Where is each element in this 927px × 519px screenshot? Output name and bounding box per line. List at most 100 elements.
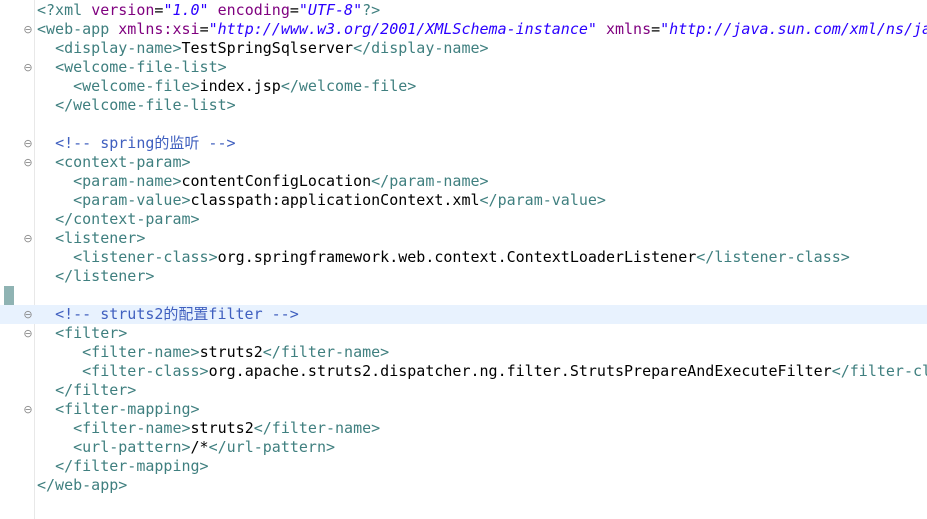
code-line[interactable]: <listener-class>org.springframework.web.… (0, 248, 927, 267)
xml-attribute-token: xmlns (605, 20, 652, 38)
text-token: struts2 (190, 419, 254, 437)
xml-tag-token: <listener-class> (73, 248, 218, 266)
code-text: <display-name>TestSpringSqlserver</displ… (37, 39, 489, 58)
code-line[interactable]: <param-name>contentConfigLocation</param… (0, 172, 927, 191)
xml-attribute-token: version (91, 1, 155, 19)
code-text: </filter-mapping> (37, 457, 209, 476)
collapse-fold-icon[interactable]: ⊖ (22, 58, 34, 77)
code-line[interactable]: <welcome-file>index.jsp</welcome-file> (0, 77, 927, 96)
code-line[interactable]: ⊖ <!-- spring的监听 --> (0, 134, 927, 153)
text-token: TestSpringSqlserver (181, 39, 354, 57)
code-line[interactable]: ⊖ <filter> (0, 324, 927, 343)
xml-tag-token: ?> (362, 1, 381, 19)
code-line[interactable]: </web-app> (0, 476, 927, 495)
text-token: org.springframework.web.context.ContextL… (217, 248, 697, 266)
code-line[interactable]: </context-param> (0, 210, 927, 229)
code-line[interactable] (0, 286, 927, 305)
code-line[interactable]: <filter-name>struts2</filter-name> (0, 343, 927, 362)
code-line[interactable]: <?xml version="1.0" encoding="UTF-8"?> (0, 1, 927, 20)
xml-tag-token: </param-value> (479, 191, 606, 209)
code-text: </filter> (37, 381, 136, 400)
xml-comment-token: <!-- spring的监听 --> (55, 134, 236, 152)
code-text: <?xml version="1.0" encoding="UTF-8"?> (37, 1, 380, 20)
current-code-line[interactable]: ⊖ <!-- struts2的配置filter --> (0, 305, 927, 324)
code-line[interactable]: </filter-mapping> (0, 457, 927, 476)
code-text: </welcome-file-list> (37, 96, 236, 115)
xml-tag-token: <display-name> (55, 39, 182, 57)
code-line[interactable] (0, 115, 927, 134)
code-line[interactable]: </filter> (0, 381, 927, 400)
xml-tag-token: </welcome-file> (280, 77, 417, 95)
code-line[interactable]: ⊖ <web-app xmlns:xsi="http://www.w3.org/2… (0, 20, 927, 39)
xml-tag-token: <filter-mapping> (55, 400, 200, 418)
code-text: <param-name>contentConfigLocation</param… (37, 172, 488, 191)
code-text: </listener> (37, 267, 154, 286)
code-line[interactable]: <display-name>TestSpringSqlserver</displ… (0, 39, 927, 58)
code-text: </context-param> (37, 210, 200, 229)
text-token: = (199, 20, 209, 38)
xml-tag-token: </listener> (55, 267, 155, 285)
text-token: index.jsp (199, 77, 281, 95)
code-line[interactable]: <param-value>classpath:applicationContex… (0, 191, 927, 210)
code-text: <!-- struts2的配置filter --> (37, 305, 299, 324)
text-token: = (651, 20, 661, 38)
collapse-fold-icon[interactable]: ⊖ (22, 153, 34, 172)
code-line[interactable]: <filter-name>struts2</filter-name> (0, 419, 927, 438)
xml-value-token: "http://java.sun.com/xml/ns/ja (660, 20, 927, 38)
text-token: org.apache.struts2.dispatcher.ng.filter.… (208, 362, 832, 380)
code-text: <url-pattern>/*</url-pattern> (37, 438, 335, 457)
code-line[interactable]: ⊖ <listener> (0, 229, 927, 248)
code-line[interactable]: ⊖ <filter-mapping> (0, 400, 927, 419)
code-line[interactable]: <filter-class>org.apache.struts2.dispatc… (0, 362, 927, 381)
code-line[interactable]: <url-pattern>/*</url-pattern> (0, 438, 927, 457)
xml-tag-token: <context-param> (55, 153, 191, 171)
text-token: struts2 (199, 343, 263, 361)
code-text: </web-app> (37, 476, 127, 495)
xml-attribute-token: xmlns:xsi (118, 20, 200, 38)
code-line[interactable]: ⊖ <context-param> (0, 153, 927, 172)
code-line[interactable]: </listener> (0, 267, 927, 286)
xml-value-token: "UTF-8" (298, 1, 363, 19)
xml-tag-token: </filter-mapping> (55, 457, 209, 475)
code-text: <filter-mapping> (37, 400, 200, 419)
code-text: <filter-name>struts2</filter-name> (37, 419, 380, 438)
xml-tag-token: <filter-class> (82, 362, 209, 380)
collapse-fold-icon[interactable]: ⊖ (22, 305, 34, 324)
xml-tag-token: <?xml (37, 1, 92, 19)
collapse-fold-icon[interactable]: ⊖ (22, 134, 34, 153)
xml-editor[interactable]: <?xml version="1.0" encoding="UTF-8"?> ⊖ <… (0, 0, 927, 519)
code-line[interactable]: </welcome-file-list> (0, 96, 927, 115)
text-token: = (289, 1, 299, 19)
xml-tag-token: </filter-name> (253, 419, 381, 437)
collapse-fold-icon[interactable]: ⊖ (22, 229, 34, 248)
xml-tag-token: <web-app (37, 20, 119, 38)
code-text: <listener> (37, 229, 145, 248)
collapse-fold-icon[interactable]: ⊖ (22, 20, 34, 39)
code-text: <filter-name>struts2</filter-name> (37, 343, 389, 362)
text-token: contentConfigLocation (181, 172, 372, 190)
xml-tag-token: </url-pattern> (208, 438, 336, 456)
collapse-fold-icon[interactable]: ⊖ (22, 324, 34, 343)
text-token: /* (190, 438, 209, 456)
xml-tag-token: <url-pattern> (73, 438, 191, 456)
xml-tag-token: <param-value> (73, 191, 191, 209)
code-text: <welcome-file-list> (37, 58, 227, 77)
code-text: <web-app xmlns:xsi="http://www.w3.org/20… (37, 20, 927, 39)
xml-comment-token: <!-- struts2的配置filter --> (55, 305, 299, 323)
code-line[interactable]: ⊖ <welcome-file-list> (0, 58, 927, 77)
xml-tag-token: <param-name> (73, 172, 182, 190)
collapse-fold-icon[interactable]: ⊖ (22, 400, 34, 419)
